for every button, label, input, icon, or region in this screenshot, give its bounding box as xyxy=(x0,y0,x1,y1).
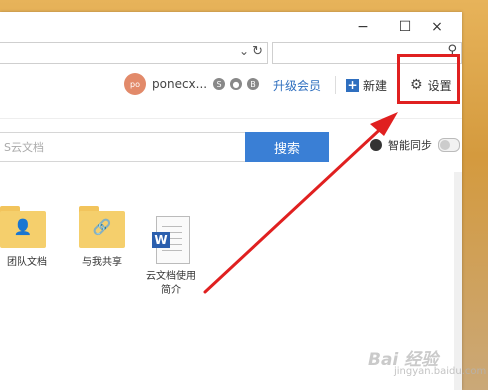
doc-search-input[interactable]: S云文档 xyxy=(0,132,246,162)
smart-sync: 智能同步 xyxy=(370,136,460,154)
intro-doc-label-line1: 云文档使用 xyxy=(146,271,196,282)
annotation-highlight-box xyxy=(397,54,460,104)
shared-with-me-label: 与我共享 xyxy=(82,257,122,268)
new-button[interactable]: + 新建 xyxy=(346,76,387,94)
toolbar-divider xyxy=(335,76,336,94)
team-docs-label: 团队文档 xyxy=(7,257,47,268)
avatar[interactable]: po xyxy=(124,73,146,95)
badge-icon-b[interactable]: B xyxy=(247,78,259,90)
chevron-down-icon[interactable]: ⌄ xyxy=(239,44,249,58)
refresh-icon[interactable]: ↻ xyxy=(252,44,263,59)
search-button[interactable]: 搜索 xyxy=(245,132,329,162)
new-label: 新建 xyxy=(363,78,388,93)
doc-search-placeholder: S云文档 xyxy=(4,141,44,154)
maximize-button[interactable]: ☐ xyxy=(390,16,420,38)
title-bar: − ☐ × xyxy=(0,12,462,42)
scrollbar[interactable] xyxy=(454,172,462,390)
username[interactable]: ponecx... xyxy=(152,77,207,91)
team-folder-icon: 👤 xyxy=(0,206,46,248)
shared-folder-icon: 🔗 xyxy=(79,206,125,248)
close-button[interactable]: × xyxy=(422,16,452,38)
upgrade-member-link[interactable]: 升级会员 xyxy=(273,77,321,94)
account-toolbar: po ponecx... S ● B 升级会员 + 新建 ⚙ 设置 xyxy=(0,68,462,102)
watermark-domain: jingyan.baidu.com xyxy=(394,366,487,377)
close-icon: × xyxy=(431,19,443,35)
word-document-icon: W xyxy=(152,216,190,264)
minimize-button[interactable]: − xyxy=(348,16,378,38)
header-divider xyxy=(0,118,462,119)
smart-sync-toggle[interactable] xyxy=(438,138,460,152)
plus-icon: + xyxy=(346,77,359,92)
smart-sync-label: 智能同步 xyxy=(388,139,432,152)
app-window: − ☐ × ⌄ ↻ ⚲ po ponecx... S ● B 升级会员 + 新建… xyxy=(0,12,462,390)
address-bar[interactable]: ⌄ ↻ xyxy=(0,42,268,64)
badge-icon-s[interactable]: S xyxy=(213,78,225,90)
intro-doc-label-line2: 简介 xyxy=(161,285,181,296)
maximize-icon: ☐ xyxy=(398,19,412,35)
sync-status-icon xyxy=(370,139,382,151)
badge-icon-circle[interactable]: ● xyxy=(230,78,242,90)
minimize-icon: − xyxy=(357,19,369,35)
